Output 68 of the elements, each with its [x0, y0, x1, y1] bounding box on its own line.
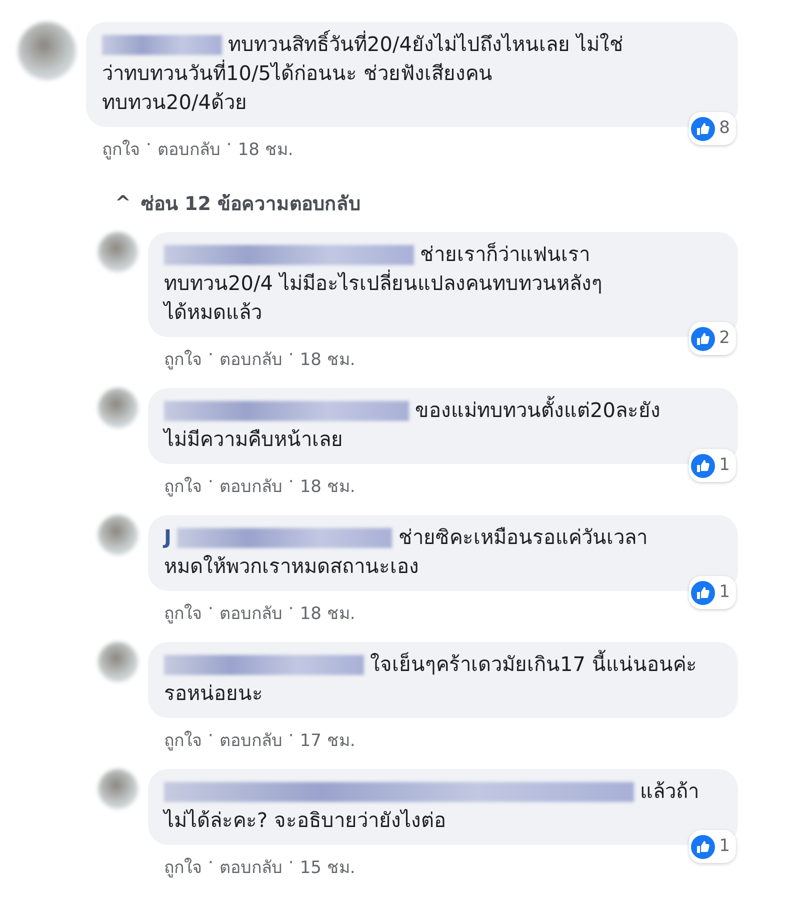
comment-action-link[interactable]: ถูกใจ	[164, 472, 202, 499]
comment-text: ไม่ได้ล่ะคะ? จะอธิบายว่ายังไงต่อ	[164, 807, 446, 834]
comment-text: ทบทวนสิทธิ์วันที่20/4ยังไม่ไปถึงไหนเลย ไม่ใช่	[228, 30, 624, 58]
like-count: 1	[719, 581, 730, 604]
reaction-count[interactable]: 1	[689, 449, 736, 482]
comment-time[interactable]: 18 ชม.	[238, 135, 294, 162]
like-icon	[691, 116, 716, 140]
comment-text: ว่าทบทวนวันที่10/5ได้ก่อนนะ ช่วยฟังเสียงคน	[102, 59, 492, 87]
avatar[interactable]	[98, 232, 138, 272]
avatar[interactable]	[98, 769, 138, 809]
like-count: 1	[719, 835, 730, 858]
caret-icon[interactable]: ^	[115, 192, 131, 214]
avatar[interactable]	[98, 642, 138, 682]
separator-dot: ·	[208, 472, 214, 494]
separator-dot: ·	[208, 599, 214, 621]
avatar[interactable]	[98, 388, 138, 428]
separator-dot: ·	[288, 472, 294, 494]
comment-time[interactable]: 18 ชม.	[300, 599, 356, 626]
separator-dot: ·	[208, 726, 214, 748]
comment-text: ไม่มีความคืบหน้าเลย	[164, 426, 343, 453]
separator-dot: ·	[288, 599, 294, 621]
comment-text: ทบทวน20/4ด้วย	[102, 89, 247, 116]
comment-text: แล้วถ้า	[640, 778, 699, 805]
separator-dot: ·	[146, 135, 152, 157]
author-name[interactable]: J	[164, 523, 172, 552]
comment-action-link[interactable]: ตอบกลับ	[219, 726, 282, 753]
comment-time[interactable]: 17 ชม.	[300, 726, 356, 753]
comment-text: ใจเย็นๆคร้าเดวมัยเกิน17 นี้แน่นอนค่ะ	[370, 650, 697, 679]
reaction-count[interactable]: 8	[689, 112, 736, 145]
comment-action-link[interactable]: ตอบกลับ	[219, 599, 282, 626]
reaction-count[interactable]: 1	[689, 576, 736, 609]
comment-text: หมดให้พวกเราหมดสถานะเอง	[164, 553, 419, 580]
comment-text: ได้หมดแล้ว	[164, 299, 262, 326]
comment-action-link[interactable]: ถูกใจ	[164, 599, 202, 626]
separator-dot: ·	[288, 726, 294, 748]
separator-dot: ·	[226, 135, 232, 157]
reaction-count[interactable]: 1	[689, 830, 736, 863]
comment-action-link[interactable]: ตอบกลับ	[157, 135, 220, 162]
avatar[interactable]	[98, 515, 138, 555]
comment-action-link[interactable]: ถูกใจ	[164, 345, 202, 372]
like-icon	[691, 454, 716, 478]
like-icon	[691, 580, 716, 604]
comment-time[interactable]: 18 ชม.	[300, 472, 356, 499]
like-icon	[691, 326, 716, 350]
comment-action-link[interactable]: ตอบกลับ	[219, 472, 282, 499]
like-icon	[691, 834, 716, 858]
hide-replies-link[interactable]: ซ่อน 12 ข้อความตอบกลับ	[140, 188, 361, 218]
comment-action-link[interactable]: ถูกใจ	[164, 726, 202, 753]
comment-time[interactable]: 15 ชม.	[300, 853, 356, 880]
like-count: 1	[719, 454, 730, 477]
comment-action-link[interactable]: ถูกใจ	[164, 853, 202, 880]
comment-action-link[interactable]: ตอบกลับ	[219, 345, 282, 372]
comment-text: ช่ายเราก็ว่าแฟนเรา	[420, 241, 590, 268]
avatar[interactable]	[18, 22, 76, 80]
separator-dot: ·	[208, 853, 214, 875]
separator-dot: ·	[288, 853, 294, 875]
comment-action-link[interactable]: ตอบกลับ	[219, 853, 282, 880]
comment-text: ทบทวน20/4 ไม่มีอะไรเปลี่ยนแปลงคนทบทวนหลังๆ	[164, 269, 602, 297]
comment-text: รอหน่อยนะ	[164, 680, 263, 707]
comment-text: ช่ายซิคะเหมือนรอแค่วันเวลา	[398, 524, 648, 551]
separator-dot: ·	[208, 345, 214, 367]
comment-time[interactable]: 18 ชม.	[300, 345, 356, 372]
like-count: 2	[719, 327, 730, 350]
comment-action-link[interactable]: ถูกใจ	[102, 135, 140, 162]
reaction-count[interactable]: 2	[689, 322, 736, 355]
comment-text: ของแม่ทบทวนตั้งแต่20ละยัง	[415, 396, 660, 425]
like-count: 8	[719, 117, 730, 140]
separator-dot: ·	[288, 345, 294, 367]
